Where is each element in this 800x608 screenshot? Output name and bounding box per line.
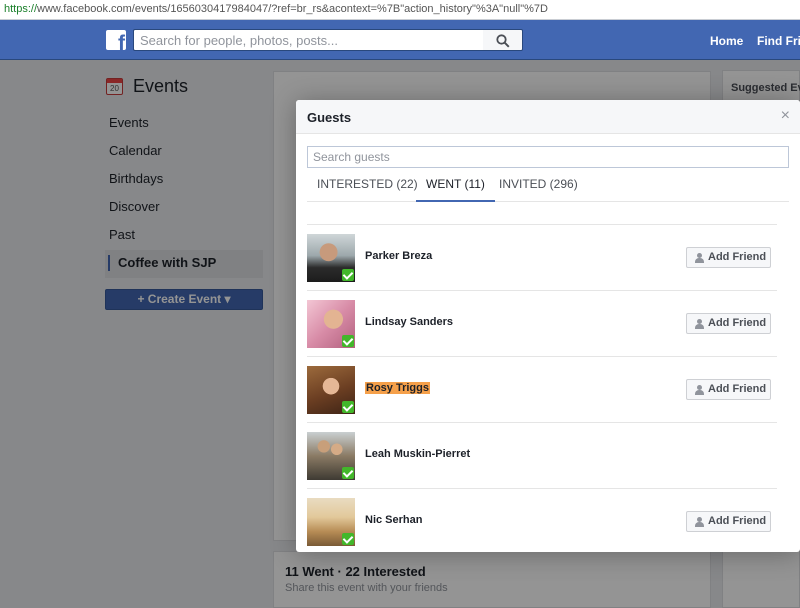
checkmark-icon bbox=[342, 269, 354, 281]
checkmark-icon bbox=[342, 335, 354, 347]
address-bar[interactable]: https://www.facebook.com/events/16560304… bbox=[0, 0, 800, 20]
top-bar: f Home Find Frie bbox=[0, 20, 800, 60]
guest-name[interactable]: Leah Muskin-Pierret bbox=[365, 448, 470, 460]
guest-list[interactable]: Parker Breza Add Friend Lindsay Sanders … bbox=[307, 203, 789, 552]
checkmark-icon bbox=[342, 533, 354, 545]
tab-went[interactable]: WENT (11) bbox=[416, 170, 495, 202]
dialog-title: Guests bbox=[307, 110, 352, 125]
tab-interested[interactable]: INTERESTED (22) bbox=[307, 170, 428, 202]
avatar[interactable] bbox=[307, 432, 355, 480]
home-link[interactable]: Home bbox=[710, 34, 743, 48]
facebook-logo[interactable]: f bbox=[106, 30, 126, 50]
guest-name[interactable]: Lindsay Sanders bbox=[365, 316, 453, 328]
global-search[interactable] bbox=[133, 29, 483, 51]
find-friends-link[interactable]: Find Frie bbox=[757, 34, 800, 48]
close-icon[interactable]: × bbox=[781, 108, 790, 124]
avatar[interactable] bbox=[307, 498, 355, 546]
guest-search[interactable] bbox=[307, 146, 789, 168]
guests-dialog: Guests × INTERESTED (22) WENT (11) INVIT… bbox=[296, 100, 800, 552]
add-friend-icon bbox=[695, 253, 704, 263]
list-item: Lindsay Sanders Add Friend bbox=[307, 290, 777, 356]
global-search-input[interactable] bbox=[134, 30, 483, 50]
tab-invited[interactable]: INVITED (296) bbox=[489, 170, 588, 202]
search-icon bbox=[496, 34, 510, 48]
add-friend-button[interactable]: Add Friend bbox=[686, 511, 771, 532]
avatar[interactable] bbox=[307, 300, 355, 348]
guest-name[interactable]: Rosy Triggs bbox=[365, 382, 430, 394]
guest-name[interactable]: Parker Breza bbox=[365, 250, 432, 262]
add-friend-icon bbox=[695, 385, 704, 395]
list-item: Parker Breza Add Friend bbox=[307, 224, 777, 290]
checkmark-icon bbox=[342, 401, 354, 413]
add-friend-button[interactable]: Add Friend bbox=[686, 313, 771, 334]
guest-search-input[interactable] bbox=[308, 147, 788, 167]
checkmark-icon bbox=[342, 467, 354, 479]
guest-tabs: INTERESTED (22) WENT (11) INVITED (296) bbox=[307, 170, 789, 202]
add-friend-button[interactable]: Add Friend bbox=[686, 247, 771, 268]
guest-name[interactable]: Nic Serhan bbox=[365, 514, 422, 526]
add-friend-icon bbox=[695, 319, 704, 329]
avatar[interactable] bbox=[307, 366, 355, 414]
list-item: Leah Muskin-Pierret bbox=[307, 422, 777, 488]
url-text: https://www.facebook.com/events/16560304… bbox=[4, 3, 548, 15]
search-button[interactable] bbox=[483, 29, 523, 51]
list-item: Rosy Triggs Add Friend bbox=[307, 356, 777, 422]
dialog-header: Guests × bbox=[296, 100, 800, 134]
avatar[interactable] bbox=[307, 234, 355, 282]
add-friend-icon bbox=[695, 517, 704, 527]
add-friend-button[interactable]: Add Friend bbox=[686, 379, 771, 400]
list-item: Nic Serhan Add Friend bbox=[307, 488, 777, 552]
list-item bbox=[307, 203, 777, 212]
